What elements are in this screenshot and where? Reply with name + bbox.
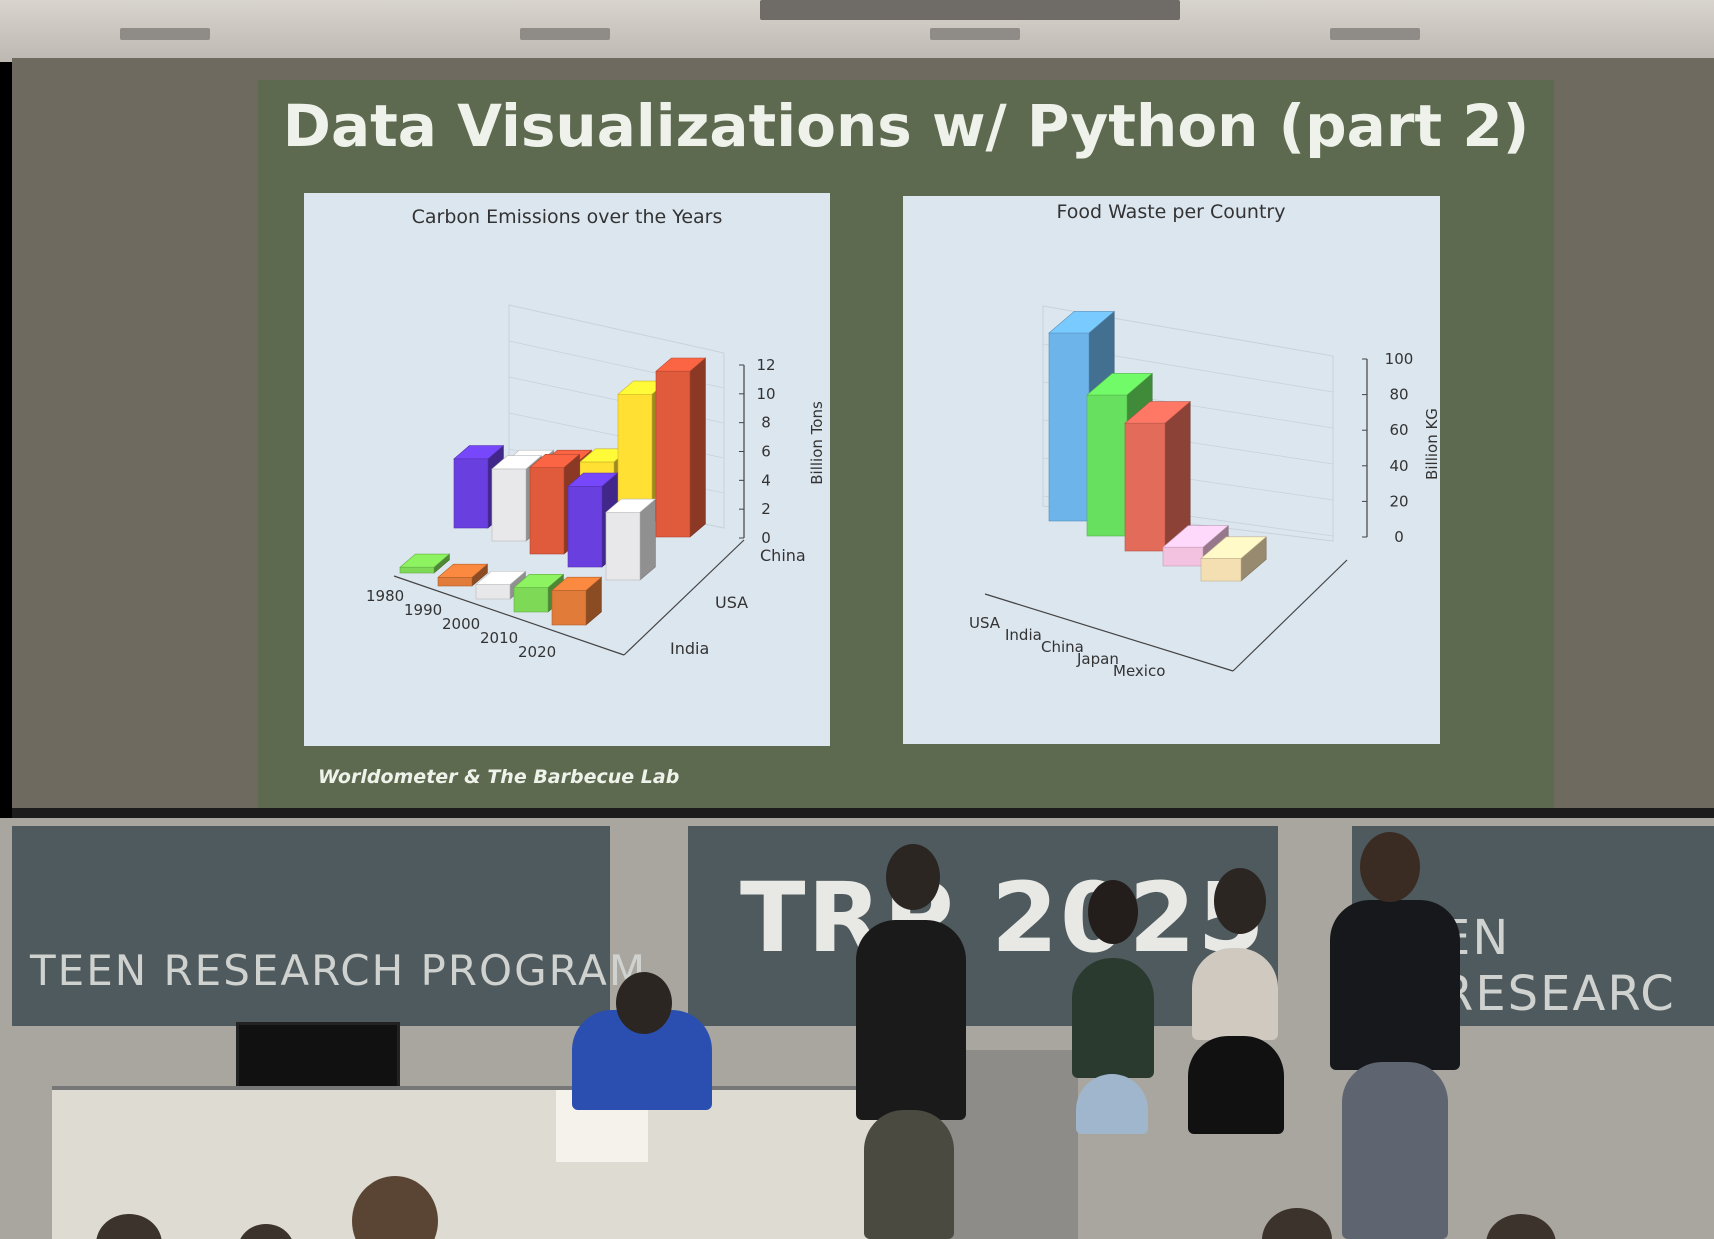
bar-usa-1990 — [491, 468, 527, 542]
z-tick-label: 100 — [1385, 350, 1414, 368]
presenter-4-pants — [1342, 1062, 1448, 1239]
chart-title: Carbon Emissions over the Years — [412, 206, 723, 228]
z-tick-label: 60 — [1389, 421, 1408, 439]
z-tick-label: 8 — [761, 414, 771, 432]
ceiling-light — [120, 28, 210, 40]
seated-person-head — [616, 972, 672, 1034]
presentation-slide: Data Visualizations w/ Python (part 2) C… — [258, 80, 1554, 808]
bar-usa-2020-side — [639, 498, 656, 581]
presenter-1 — [856, 920, 966, 1120]
projector-box — [760, 0, 1180, 20]
chalk-right-text: EN RESEARC — [1440, 910, 1676, 1022]
series-label-usa: USA — [715, 593, 748, 612]
slide-title: Data Visualizations w/ Python (part 2) — [282, 92, 1530, 160]
food-waste-svg: Food Waste per Country 0 20 40 60 80 100 Billio… — [969, 201, 1440, 680]
z-tick-label: 4 — [761, 471, 771, 489]
bar-usa-1980 — [453, 458, 489, 529]
z-tick-label: 0 — [761, 529, 771, 547]
desk-monitor — [236, 1022, 400, 1096]
bar-india-1990 — [437, 577, 473, 587]
z-tick-label: 40 — [1389, 457, 1408, 475]
z-tick-label: 12 — [756, 356, 775, 374]
bar-china — [1124, 422, 1166, 552]
bar-china-2020 — [655, 370, 691, 538]
bar-usa-2000 — [529, 467, 565, 555]
z-tick-label: 20 — [1389, 492, 1408, 510]
front-desk — [52, 1090, 912, 1239]
screen-bottom-edge — [12, 808, 1714, 818]
x-tick-label: 1980 — [366, 587, 404, 605]
chalkboard-left — [12, 826, 610, 1026]
x-tick-label: Mexico — [1113, 662, 1165, 680]
slide-source: Worldometer & The Barbecue Lab — [318, 766, 680, 788]
bar-mexico — [1200, 558, 1242, 582]
presenter-2 — [1072, 958, 1154, 1078]
bar-india-1980 — [399, 566, 435, 574]
carbon-emissions-svg: Carbon Emissions over the Years 0 2 4 6 8 10 12… — [366, 206, 826, 661]
chalk-center-text: TRP 2025 — [740, 862, 1267, 974]
z-tick-label: 80 — [1389, 386, 1408, 404]
chalk-left-text: TEEN RESEARCH PROGRAM — [30, 946, 648, 995]
ceiling-light — [1330, 28, 1420, 40]
bar-china-2020-side — [689, 357, 706, 538]
presenter-4 — [1330, 900, 1460, 1070]
bar-india-2010 — [513, 587, 549, 613]
z-tick-label: 10 — [756, 385, 775, 403]
bar-india-2020 — [551, 590, 587, 626]
presenter-3 — [1192, 948, 1278, 1040]
z-tick-label: 2 — [761, 500, 771, 518]
z-axis-label: Billion Tons — [808, 401, 826, 485]
z-axis-label: Billion KG — [1423, 408, 1440, 480]
chart-title: Food Waste per Country — [1057, 201, 1286, 223]
photo-scene: Data Visualizations w/ Python (part 2) C… — [0, 0, 1714, 1239]
presenter-2-head — [1088, 880, 1138, 944]
presenter-3-head — [1214, 868, 1266, 934]
x-tick-label: 2000 — [442, 615, 480, 633]
depth-axis — [1232, 559, 1348, 672]
z-tick-label: 6 — [761, 443, 771, 461]
bar-usa-2010 — [567, 485, 603, 568]
x-tick-label: USA — [969, 614, 1001, 632]
ceiling — [0, 0, 1714, 62]
x-tick-label: 1990 — [404, 601, 442, 619]
food-waste-chart: Food Waste per Country 0 20 40 60 80 100 Billio… — [903, 196, 1440, 744]
carbon-emissions-chart: Carbon Emissions over the Years 0 2 4 6 8 10 12… — [304, 193, 830, 746]
ceiling-light — [930, 28, 1020, 40]
bar-usa-2020 — [605, 511, 641, 581]
series-label-china: China — [760, 546, 806, 565]
bar-usa — [1048, 332, 1090, 522]
x-tick-label: India — [1005, 626, 1042, 644]
series-label-india: India — [670, 639, 709, 658]
z-tick-label: 0 — [1394, 528, 1404, 546]
presenter-1-head — [886, 844, 940, 910]
presenter-4-head — [1360, 832, 1420, 902]
x-tick-label: 2010 — [480, 629, 518, 647]
presenter-1-legs — [864, 1110, 954, 1239]
bar-india-2000 — [475, 584, 511, 600]
bar-japan — [1162, 546, 1204, 567]
bar-india — [1086, 394, 1128, 537]
presenter-3-skirt — [1188, 1036, 1284, 1134]
ceiling-light — [520, 28, 610, 40]
x-tick-label: 2020 — [518, 643, 556, 661]
